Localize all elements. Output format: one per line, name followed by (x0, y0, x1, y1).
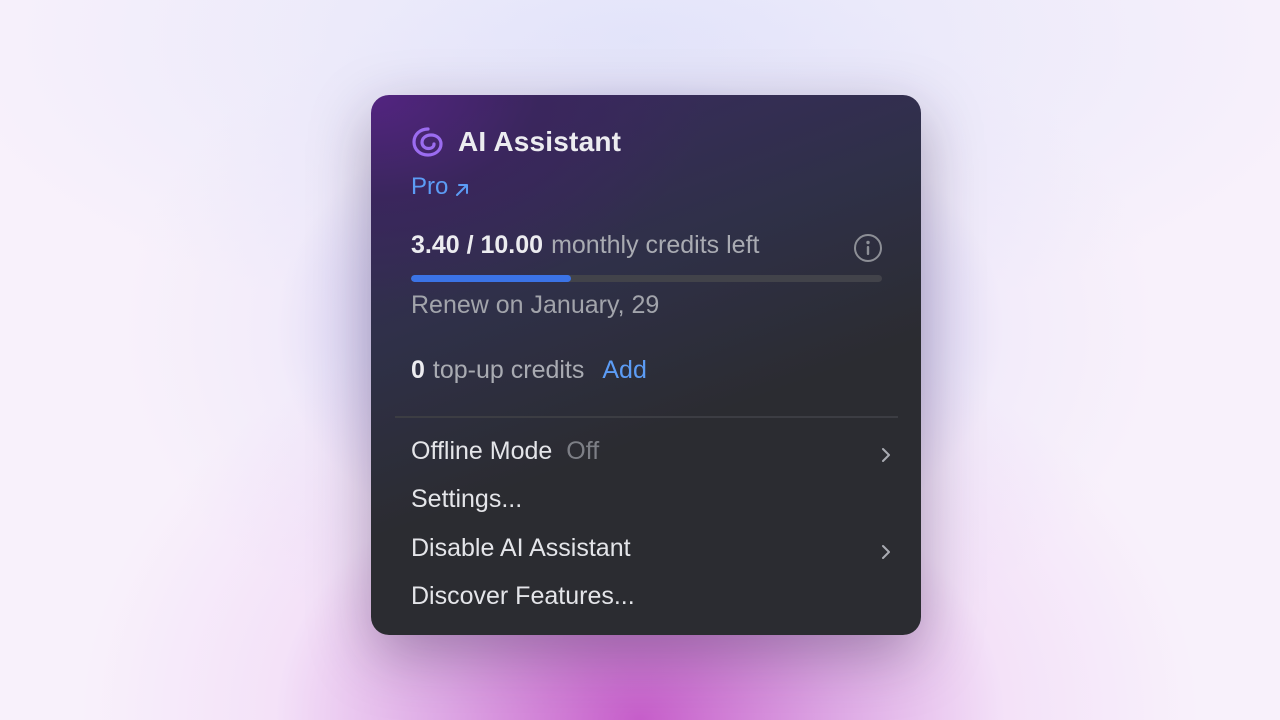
pro-plan-label: Pro (411, 173, 449, 200)
menu-item-label: Settings... (411, 485, 523, 514)
monthly-credits-row: 3.40 / 10.00 monthly credits left (411, 231, 883, 263)
menu-item-disable-ai-assistant[interactable]: Disable AI Assistant (395, 524, 903, 573)
popup-header: AI Assistant (411, 125, 621, 159)
ai-assistant-popup: AI Assistant Pro 3.40 / 10.00 monthly cr… (371, 95, 921, 635)
popup-title: AI Assistant (458, 126, 622, 157)
credits-progress-fill (411, 275, 572, 282)
monthly-credits-amount: 3.40 / 10.00 (411, 231, 544, 259)
topup-credits-label: top-up credits (432, 356, 585, 384)
add-credits-link[interactable]: Add (602, 356, 646, 385)
chevron-right-icon (879, 539, 893, 560)
menu-item-offline-mode[interactable]: Offline Mode Off (395, 427, 903, 476)
ai-spiral-icon (411, 125, 445, 159)
menu-item-discover-features[interactable]: Discover Features... (395, 573, 903, 622)
renew-date: Renew on January, 29 (411, 291, 660, 319)
arrow-up-right-icon (453, 178, 471, 196)
menu-item-settings[interactable]: Settings... (395, 476, 903, 525)
offline-mode-status: Off (566, 436, 600, 465)
divider (395, 416, 898, 418)
chevron-right-icon (879, 442, 893, 463)
monthly-credits-label: monthly credits left (551, 231, 760, 259)
topup-credits-amount: 0 (411, 356, 425, 384)
menu-item-label: Discover Features... (411, 582, 635, 611)
popup-menu: Offline Mode Off Settings... Disable AI … (395, 427, 903, 621)
credits-progress-bar (411, 275, 882, 282)
info-icon[interactable] (853, 233, 883, 263)
menu-item-label: Disable AI Assistant (411, 533, 631, 562)
pro-plan-link[interactable]: Pro (411, 173, 471, 201)
menu-item-label: Offline Mode (411, 436, 553, 465)
topup-credits-row: 0 top-up credits Add (411, 356, 647, 385)
